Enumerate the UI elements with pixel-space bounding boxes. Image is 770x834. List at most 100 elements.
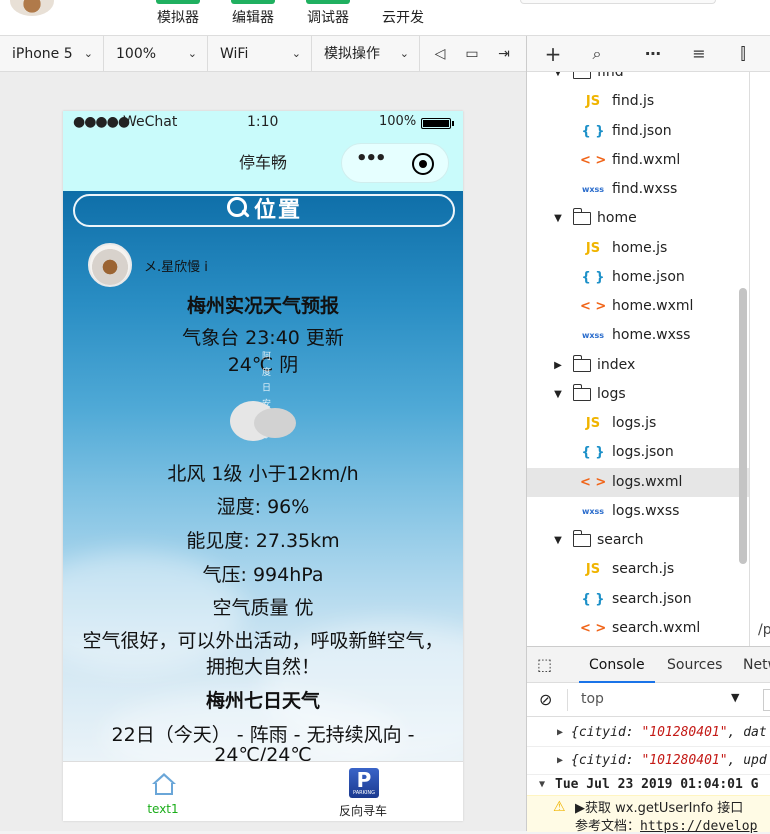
chevron-down-icon: ⌄ — [83, 47, 93, 60]
search-icon[interactable]: ⌕ — [585, 42, 609, 66]
tree-file-find-wxml[interactable]: < > find.wxml — [527, 146, 749, 175]
json-file-icon: { } — [581, 269, 605, 285]
context-dropdown-icon[interactable]: ▼ — [731, 691, 739, 704]
search-label: 位置 — [253, 198, 302, 223]
inspect-icon[interactable]: ⬚ — [537, 647, 552, 683]
editor-label: 编辑器 — [232, 10, 274, 26]
parking-icon: P PARKING — [349, 768, 379, 798]
json-file-icon: { } — [581, 445, 605, 461]
chevron-down-icon[interactable]: ▼ — [551, 72, 565, 87]
detach-icon[interactable]: ⇥ — [494, 44, 514, 64]
tree-file-home-js[interactable]: JS home.js — [527, 234, 749, 263]
console-warning[interactable]: ⚠ ▶获取 wx.getUserInfo 接口 参考文档：https://dev… — [527, 795, 770, 834]
update-time: 气象台 23:40 更新 — [182, 327, 344, 349]
editor-button[interactable]: 编辑器 — [223, 0, 283, 36]
zoom-select[interactable]: 100% ⌄ — [104, 36, 208, 72]
warning-text: ▶获取 wx.getUserInfo 接口 — [575, 801, 744, 816]
tree-file-home-wxml[interactable]: < > home.wxml — [527, 292, 749, 321]
pressure: 气压: 994hPa — [202, 564, 324, 586]
clear-console-icon[interactable]: ⊘ — [539, 690, 552, 709]
more-icon[interactable]: ⋯ — [641, 42, 665, 66]
console-filter-bar: ⊘ top ▼ — [527, 683, 770, 717]
js-file-icon: JS — [585, 562, 601, 578]
battery-icon — [421, 118, 454, 129]
weather-title: 梅州实况天气预报 — [186, 295, 339, 317]
message-prefix: {cityid: — [571, 725, 642, 740]
js-file-icon: JS — [585, 94, 601, 110]
close-circle-icon[interactable] — [412, 153, 434, 175]
file-tree: ▼ find JS find.js { } find.json < > find.wxml wx… — [527, 72, 749, 646]
folder-name: logs — [597, 385, 626, 402]
tree-file-find-js[interactable]: JS find.js — [527, 87, 749, 116]
toolbar-search-box[interactable] — [520, 0, 716, 4]
tree-file-home-wxss[interactable]: wxss home.wxss — [527, 321, 749, 350]
folder-open-icon — [572, 530, 591, 547]
weather-content[interactable]: 位置 メ.星欣慢 i 梅州实况天气预报 气象台 23:40 更新 24℃ 阴 阿… — [63, 191, 463, 761]
file-name: search.wxml — [612, 619, 701, 636]
folder-name: search — [597, 532, 644, 548]
tree-file-search-wxml[interactable]: < > search.wxml — [527, 614, 749, 643]
cloud-dev-button[interactable]: 云开发 — [373, 0, 433, 36]
add-icon[interactable]: + — [541, 42, 565, 66]
rotate-icon[interactable]: ▭ — [462, 44, 482, 64]
tree-folder-search[interactable]: ▼ search — [527, 526, 749, 555]
json-file-icon: { } — [581, 591, 605, 607]
devtools-tabs: ⬚ Console Sources Netw — [527, 647, 770, 683]
file-name: logs.json — [612, 444, 674, 461]
collapse-icon[interactable]: ≡ — [687, 42, 711, 66]
wxml-file-icon: < > — [580, 299, 607, 314]
tree-file-search-js[interactable]: JS search.js — [527, 555, 749, 584]
tree-file-logs-js[interactable]: JS logs.js — [527, 409, 749, 438]
chevron-right-icon[interactable]: ▶ — [551, 351, 565, 380]
tab-console[interactable]: Console — [579, 647, 655, 683]
doc-link[interactable]: https://develop — [640, 819, 757, 834]
tree-folder-logs[interactable]: ▼ logs — [527, 380, 749, 409]
operate-select[interactable]: 模拟操作 ⌄ — [312, 36, 420, 72]
tab-find-car[interactable]: P PARKING 反向寻车 — [263, 762, 463, 821]
tab-bar: text1 P PARKING 反向寻车 — [63, 761, 463, 821]
tree-scrollbar[interactable] — [737, 72, 749, 646]
chevron-down-icon[interactable]: ▼ — [551, 526, 565, 555]
file-name: logs.wxml — [612, 473, 683, 490]
tab-network[interactable]: Netw — [743, 647, 770, 683]
tab-sources-label: Sources — [667, 657, 723, 673]
zoom-value: 100% — [116, 46, 157, 62]
chevron-down-icon[interactable]: ▼ — [551, 380, 565, 409]
editor-path: /p — [758, 622, 770, 638]
expand-icon[interactable]: ▶ — [557, 719, 563, 746]
tree-folder-index[interactable]: ▶ index — [527, 351, 749, 380]
tab-label: 反向寻车 — [338, 804, 387, 818]
tree-file-logs-wxml[interactable]: < > logs.wxml — [527, 467, 749, 497]
device-select[interactable]: iPhone 5 ⌄ — [0, 36, 104, 72]
network-select[interactable]: WiFi ⌄ — [208, 36, 312, 72]
tree-file-find-wxss[interactable]: wxss find.wxss — [527, 175, 749, 204]
simulator-label: 模拟器 — [157, 10, 199, 26]
tree-file-logs-wxss[interactable]: wxss logs.wxss — [527, 497, 749, 526]
volume-icon[interactable]: ◁ — [430, 44, 450, 64]
split-icon[interactable]: ⫿ — [731, 42, 755, 66]
chevron-down-icon[interactable]: ▼ — [551, 204, 565, 233]
tree-file-search-json[interactable]: { } search.json — [527, 585, 749, 614]
debugger-button[interactable]: 调试器 — [298, 0, 358, 36]
location-search-bar[interactable]: 位置 — [73, 194, 455, 227]
cloud-dev-label: 云开发 — [382, 10, 424, 26]
air-advice-line2: 拥抱大自然！ — [205, 656, 320, 678]
tab-sources[interactable]: Sources — [667, 647, 722, 683]
folder-name: find — [597, 72, 624, 80]
tab-text1[interactable]: text1 — [63, 762, 263, 821]
tree-folder-find[interactable]: ▼ find — [527, 72, 749, 87]
tree-file-find-json[interactable]: { } find.json — [527, 117, 749, 146]
tree-folder-home[interactable]: ▼ home — [527, 204, 749, 233]
air-quality: 空气质量 优 — [212, 597, 314, 619]
filter-input[interactable] — [763, 689, 770, 711]
message-suffix: , upd — [727, 753, 767, 768]
context-select[interactable]: top — [581, 691, 604, 707]
simulator-button[interactable]: 模拟器 — [148, 0, 208, 36]
more-icon[interactable]: ••• — [356, 148, 386, 169]
user-avatar[interactable] — [10, 0, 54, 16]
tree-file-home-json[interactable]: { } home.json — [527, 263, 749, 292]
console-message[interactable]: ▶ {cityid: "101280401", dat — [527, 719, 770, 747]
scrollbar-thumb[interactable] — [739, 288, 747, 564]
tree-file-logs-json[interactable]: { } logs.json — [527, 438, 749, 467]
folder-open-icon — [573, 72, 591, 79]
